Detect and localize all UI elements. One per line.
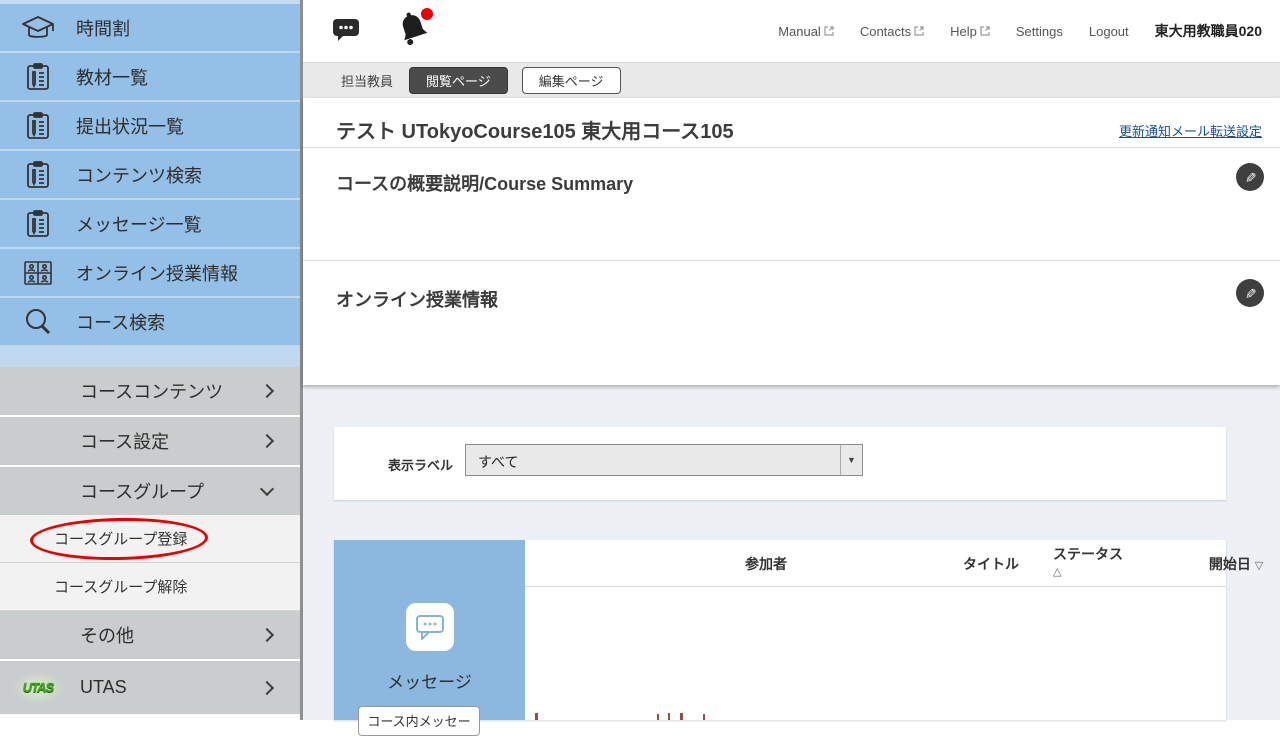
table-header-row: 参加者 タイトル ステータス △ 開始日 ▽ 最終更新日 ▽	[525, 540, 1226, 587]
sidebar-item-label: コースグループ	[0, 478, 204, 504]
tab-band: 担当教員 閲覧ページ 編集ページ	[303, 62, 1280, 98]
sidebar-item-label: 時間割	[76, 15, 130, 41]
column-header-participants[interactable]: 参加者	[745, 554, 787, 574]
role-label: 担当教員	[341, 71, 393, 90]
main-area: Manual Contacts Help Settings Logout 東大用…	[300, 0, 1280, 720]
nav-contacts-link[interactable]: Contacts	[860, 24, 924, 39]
edit-pencil-button[interactable]: ✎	[1236, 279, 1264, 307]
divider	[303, 260, 1280, 261]
clipped-row-text	[680, 713, 683, 720]
message-category-label: メッセージ	[334, 668, 525, 693]
pencil-icon: ✎	[1241, 171, 1258, 183]
clipped-row-text	[668, 713, 670, 720]
clipped-row-text	[703, 714, 705, 720]
user-name: 東大用教職員020	[1155, 21, 1262, 41]
notification-dot	[421, 8, 433, 20]
nav-link-label: Manual	[778, 24, 821, 39]
sidebar-item-message-list[interactable]: メッセージ一覧	[0, 200, 300, 249]
sidebar-item-utas[interactable]: UTAS UTAS	[0, 661, 300, 714]
divider	[303, 147, 1280, 148]
external-link-icon	[980, 26, 990, 36]
sort-desc-icon: ▽	[1255, 560, 1263, 572]
sidebar-item-timetable[interactable]: 時間割	[0, 4, 300, 53]
sidebar-gap	[0, 347, 300, 367]
message-bubble-icon	[406, 603, 454, 651]
top-header: Manual Contacts Help Settings Logout 東大用…	[303, 0, 1280, 62]
nav-manual-link[interactable]: Manual	[778, 24, 834, 39]
sidebar-item-label: コース検索	[76, 309, 165, 335]
sidebar-item-online-class-info[interactable]: オンライン授業情報	[0, 249, 300, 298]
chevron-down-icon	[260, 482, 274, 496]
message-tooltip: コース内メッセー	[358, 706, 480, 736]
page-title: テスト UTokyoCourse105 東大用コース105	[336, 115, 734, 144]
display-label-caption: 表示ラベル	[388, 455, 453, 474]
sidebar-item-course-group[interactable]: コースグループ	[0, 467, 300, 515]
sort-asc-icon: △	[1053, 566, 1061, 578]
column-header-start-date[interactable]: 開始日 ▽	[1209, 554, 1263, 574]
clipboard-icon	[0, 209, 76, 239]
sidebar-item-course-group-register[interactable]: コースグループ登録	[0, 515, 300, 563]
sidebar-item-course-contents[interactable]: コースコンテンツ	[0, 367, 300, 415]
sidebar-item-course-settings[interactable]: コース設定	[0, 417, 300, 465]
message-category-cell[interactable]: メッセージ コース内メッセー	[334, 540, 525, 720]
external-link-icon	[914, 26, 924, 36]
sidebar-item-course-group-remove[interactable]: コースグループ解除	[0, 563, 300, 611]
chevron-right-icon	[260, 434, 274, 448]
nav-link-label: Help	[950, 24, 977, 39]
chevron-right-icon	[260, 628, 274, 642]
sidebar-item-label: オンライン授業情報	[76, 260, 238, 286]
search-icon	[0, 306, 76, 338]
top-nav: Manual Contacts Help Settings Logout 東大用…	[778, 0, 1262, 62]
sidebar-item-materials[interactable]: 教材一覧	[0, 53, 300, 102]
message-table-panel: メッセージ コース内メッセー 参加者 タイトル ステータス △ 開始日 ▽ 最終…	[334, 540, 1226, 720]
section-title-online-class: オンライン授業情報	[336, 286, 498, 312]
people-grid-icon	[0, 258, 76, 288]
display-label-select[interactable]: すべて ▼	[465, 444, 863, 476]
edit-pencil-button[interactable]: ✎	[1236, 163, 1264, 191]
sidebar-item-label: コースグループ解除	[0, 576, 187, 597]
column-header-title[interactable]: タイトル	[963, 554, 1019, 574]
sidebar-item-course-search[interactable]: コース検索	[0, 298, 300, 347]
clipped-row-text	[535, 713, 538, 720]
tab-edit-page[interactable]: 編集ページ	[522, 67, 621, 94]
sidebar-item-label: コンテンツ検索	[76, 162, 202, 188]
sidebar: 時間割 教材一覧 提出状況一覧 コンテンツ検索	[0, 0, 300, 720]
sidebar-item-others[interactable]: その他	[0, 611, 300, 659]
sidebar-item-label: 教材一覧	[76, 64, 148, 90]
nav-link-label: Logout	[1089, 24, 1129, 39]
graduation-cap-icon	[0, 13, 76, 43]
sidebar-item-label: メッセージ一覧	[76, 211, 202, 237]
sidebar-item-content-search[interactable]: コンテンツ検索	[0, 151, 300, 200]
tab-view-page[interactable]: 閲覧ページ	[409, 67, 508, 94]
notification-forward-link[interactable]: 更新通知メール転送設定	[1119, 121, 1262, 140]
select-value: すべて	[478, 452, 518, 472]
dropdown-arrow-icon[interactable]: ▼	[840, 445, 862, 475]
nav-link-label: Contacts	[860, 24, 911, 39]
sidebar-item-submission-status[interactable]: 提出状況一覧	[0, 102, 300, 151]
filter-panel: 表示ラベル すべて ▼	[334, 427, 1226, 500]
highlight-ellipse	[30, 516, 209, 561]
utas-logo-icon: UTAS	[14, 673, 62, 703]
sidebar-item-label: その他	[0, 622, 134, 648]
notifications-bell-icon[interactable]	[395, 8, 431, 48]
chevron-right-icon	[260, 384, 274, 398]
nav-logout-link[interactable]: Logout	[1089, 24, 1129, 39]
nav-help-link[interactable]: Help	[950, 24, 990, 39]
sidebar-item-label: 提出状況一覧	[76, 113, 184, 139]
column-header-status[interactable]: ステータス △	[1053, 546, 1123, 580]
pencil-icon: ✎	[1241, 287, 1258, 299]
messages-icon[interactable]	[332, 16, 360, 42]
section-title-course-summary: コースの概要説明/Course Summary	[336, 170, 633, 196]
sidebar-item-label: コースコンテンツ	[0, 378, 223, 404]
clipboard-icon	[0, 160, 76, 190]
sidebar-item-label: コース設定	[0, 428, 169, 454]
clipboard-icon	[0, 62, 76, 92]
course-panel: テスト UTokyoCourse105 東大用コース105 更新通知メール転送設…	[303, 98, 1280, 385]
external-link-icon	[824, 26, 834, 36]
clipped-row-text	[657, 714, 659, 720]
nav-settings-link[interactable]: Settings	[1016, 24, 1063, 39]
chevron-right-icon	[260, 680, 274, 694]
nav-link-label: Settings	[1016, 24, 1063, 39]
clipboard-icon	[0, 111, 76, 141]
